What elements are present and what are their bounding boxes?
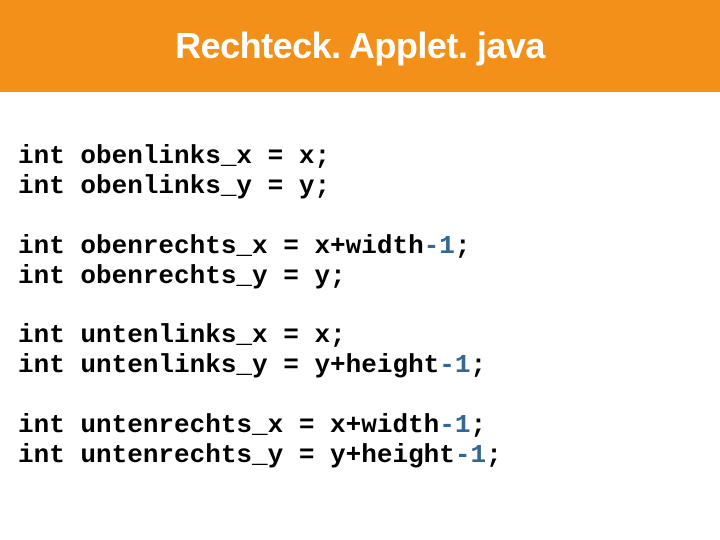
code-line: int obenrechts_x = x+width xyxy=(18,231,424,261)
code-line: int untenrechts_y = y+height xyxy=(18,440,455,470)
code-area: int obenlinks_x = x; int obenlinks_y = y… xyxy=(0,92,720,471)
code-block-4: int untenrechts_x = x+width-1; int unten… xyxy=(18,411,702,471)
code-number: -1 xyxy=(455,440,486,470)
code-line: int untenlinks_x = x; xyxy=(18,320,346,350)
code-number: -1 xyxy=(439,410,470,440)
code-line: int obenlinks_y = y; xyxy=(18,171,330,201)
code-number: -1 xyxy=(439,350,470,380)
code-punct: ; xyxy=(471,410,487,440)
code-block-1: int obenlinks_x = x; int obenlinks_y = y… xyxy=(18,142,702,202)
code-line: int obenrechts_y = y; xyxy=(18,261,346,291)
code-line: int untenrechts_x = x+width xyxy=(18,410,439,440)
code-punct: ; xyxy=(455,231,471,261)
code-block-3: int untenlinks_x = x; int untenlinks_y =… xyxy=(18,321,702,381)
title-bar: Rechteck. Applet. java xyxy=(0,0,720,92)
slide: Rechteck. Applet. java int obenlinks_x =… xyxy=(0,0,720,540)
code-number: -1 xyxy=(424,231,455,261)
code-punct: ; xyxy=(471,350,487,380)
code-punct: ; xyxy=(486,440,502,470)
code-line: int untenlinks_y = y+height xyxy=(18,350,439,380)
code-line: int obenlinks_x = x; xyxy=(18,141,330,171)
slide-title: Rechteck. Applet. java xyxy=(175,25,545,67)
code-block-2: int obenrechts_x = x+width-1; int obenre… xyxy=(18,232,702,292)
